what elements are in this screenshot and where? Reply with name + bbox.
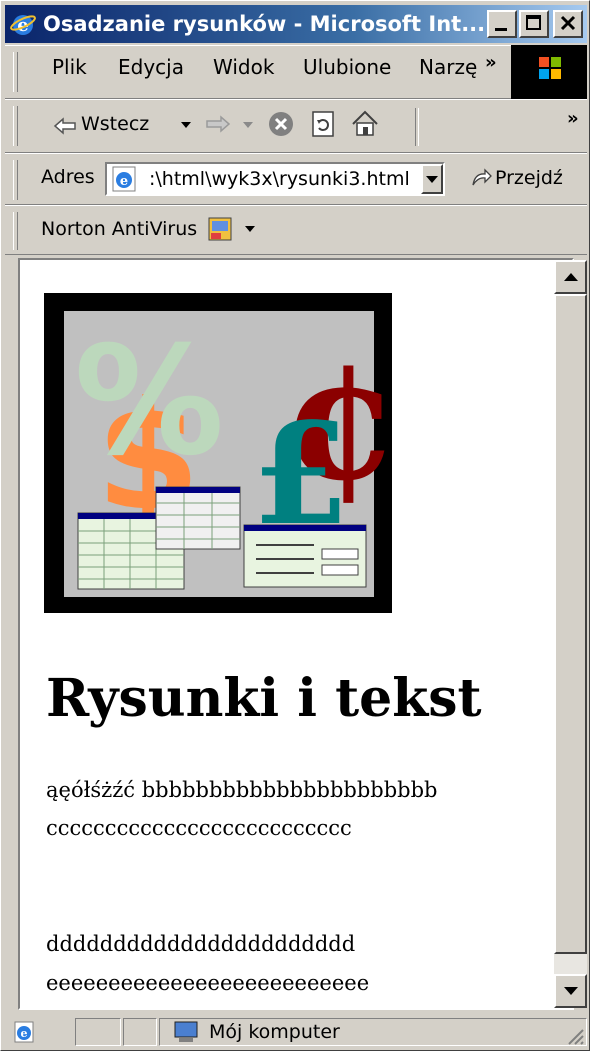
address-label: Adres bbox=[41, 166, 95, 188]
minimize-button[interactable] bbox=[487, 10, 517, 38]
minimize-icon bbox=[495, 28, 507, 31]
page-viewport[interactable]: ¢ $ % £ Rysunki i tekst ąęółśżźć bbbbbbb… bbox=[18, 258, 574, 1010]
close-button[interactable] bbox=[553, 10, 583, 38]
arrow-down-icon bbox=[564, 987, 578, 995]
svg-text:e: e bbox=[21, 1027, 28, 1040]
menu-more-chevron[interactable]: » bbox=[485, 52, 497, 73]
refresh-icon[interactable] bbox=[311, 110, 335, 138]
close-icon bbox=[560, 15, 576, 31]
menu-edit[interactable]: Edycja bbox=[118, 55, 184, 79]
menu-file[interactable]: Plik bbox=[52, 55, 87, 79]
status-cell-lock bbox=[123, 1018, 157, 1046]
stop-icon[interactable] bbox=[267, 110, 295, 138]
toolbar-more-chevron[interactable]: » bbox=[567, 108, 579, 129]
ie-logo-icon: e bbox=[10, 15, 36, 36]
maximize-button[interactable] bbox=[519, 10, 549, 38]
status-bar: e Mój komputer bbox=[5, 1014, 587, 1048]
norton-dropdown-icon[interactable] bbox=[245, 226, 255, 234]
browser-window: e Osadzanie rysunków - Microsoft Int... … bbox=[0, 0, 590, 1051]
forward-dropdown-icon[interactable] bbox=[243, 122, 253, 130]
text-line-4: eeeeeeeeeeeeeeeeeeeeeeeeee bbox=[46, 971, 370, 995]
norton-label: Norton AntiVirus bbox=[41, 218, 198, 240]
home-icon[interactable] bbox=[349, 108, 381, 138]
scroll-down-button[interactable] bbox=[554, 974, 587, 1008]
svg-text:%: % bbox=[74, 315, 224, 489]
my-computer-icon bbox=[174, 1021, 198, 1042]
page-heading: Rysunki i tekst bbox=[46, 668, 482, 729]
svg-text:e: e bbox=[120, 174, 128, 189]
menu-favorites[interactable]: Ulubione bbox=[303, 55, 391, 79]
back-button[interactable]: Wstecz bbox=[49, 108, 199, 144]
text-line-1: ąęółśżźć bbbbbbbbbbbbbbbbbbbbbb bbox=[46, 778, 438, 802]
text-line-3: ddddddddddddddddddddddd bbox=[46, 932, 356, 956]
resize-grip-icon[interactable] bbox=[565, 1026, 585, 1046]
page-icon: e bbox=[112, 166, 136, 192]
back-arrow-icon bbox=[53, 117, 76, 135]
norton-toolbar: Norton AntiVirus bbox=[5, 205, 587, 255]
arrow-up-icon bbox=[564, 273, 578, 281]
windows-logo bbox=[511, 45, 587, 99]
scroll-up-button[interactable] bbox=[554, 260, 587, 294]
page-image: ¢ $ % £ bbox=[44, 293, 400, 613]
vertical-scrollbar[interactable] bbox=[554, 260, 587, 1008]
zone-label: Mój komputer bbox=[209, 1021, 340, 1043]
menu-grip[interactable] bbox=[13, 52, 18, 92]
standard-toolbar: Wstecz » bbox=[5, 99, 587, 153]
back-dropdown-icon[interactable] bbox=[181, 122, 191, 130]
windows-flag-icon bbox=[539, 57, 561, 79]
back-label: Wstecz bbox=[81, 113, 150, 135]
menu-tools[interactable]: Narzę bbox=[419, 55, 477, 79]
finance-clipart: ¢ $ % £ bbox=[64, 311, 400, 597]
norton-icon[interactable] bbox=[207, 216, 235, 244]
page-status-icon: e bbox=[14, 1021, 34, 1043]
scroll-thumb[interactable] bbox=[554, 294, 587, 954]
forward-arrow-icon[interactable] bbox=[205, 114, 231, 134]
title-bar[interactable]: e Osadzanie rysunków - Microsoft Int... bbox=[5, 5, 587, 43]
toolbar-grip[interactable] bbox=[13, 106, 18, 146]
menu-view[interactable]: Widok bbox=[213, 55, 274, 79]
maximize-icon bbox=[526, 15, 541, 30]
menu-bar: Plik Edycja Widok Ulubione Narzę » bbox=[5, 45, 587, 99]
chevron-down-icon bbox=[426, 176, 438, 183]
norton-grip[interactable] bbox=[13, 212, 18, 250]
window-title: Osadzanie rysunków - Microsoft Int... bbox=[43, 12, 483, 36]
go-button[interactable]: Przejdź bbox=[465, 161, 583, 197]
status-cell-progress bbox=[75, 1018, 121, 1046]
address-value: :\html\wyk3x\rysunki3.html bbox=[149, 168, 410, 190]
go-arrow-icon bbox=[472, 168, 492, 186]
go-label: Przejdź bbox=[495, 167, 563, 189]
address-dropdown-button[interactable] bbox=[421, 164, 443, 194]
toolbar-separator bbox=[415, 108, 419, 146]
address-input[interactable]: e :\html\wyk3x\rysunki3.html bbox=[105, 162, 445, 196]
text-line-2: cccccccccccccccccccccccccc bbox=[46, 816, 352, 840]
address-grip[interactable] bbox=[13, 160, 18, 200]
